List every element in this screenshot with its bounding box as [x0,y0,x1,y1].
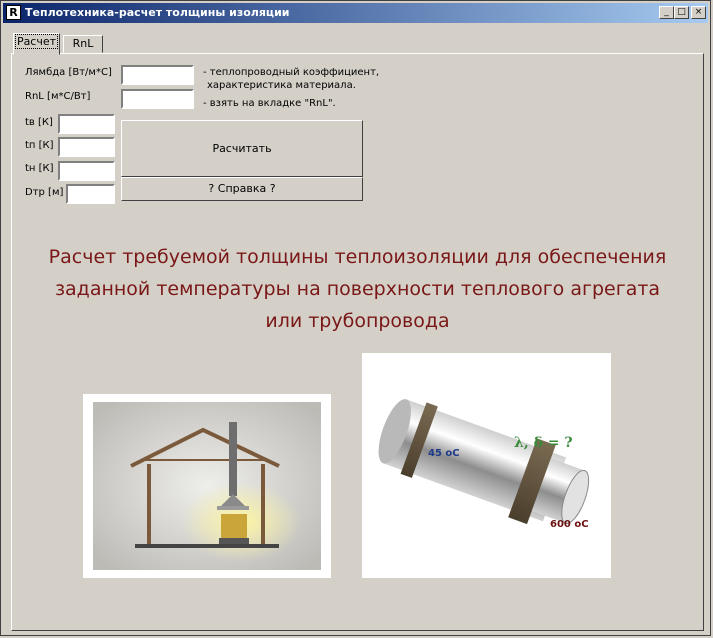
heading-line-3: или трубопровода [265,310,450,332]
tab-raschet[interactable]: Расчет [13,33,60,55]
tv-label: tв [К] [25,117,53,128]
tp-field[interactable] [58,137,115,157]
close-button[interactable]: × [691,6,706,19]
tv-field[interactable] [58,114,115,134]
tab-raschet-label: Расчет [14,34,59,49]
tn-label: tн [К] [25,163,54,174]
lambda-delta-label: λ, δ = ? [514,435,573,451]
outer-temp-label: 600 оС [550,519,589,530]
dtr-field[interactable] [66,184,115,204]
lambda-field[interactable] [121,65,194,85]
inner-temp-label: 45 оС [428,448,460,459]
help-button[interactable]: ? Справка ? [121,177,363,201]
window-title: Теплотехника-расчет толщины изоляции [25,6,290,19]
lambda-label: Лямбда [Вт/м*С] [25,67,112,78]
maximize-button[interactable]: □ [674,6,689,19]
house-furnace-icon [93,402,321,570]
main-window: R Теплотехника-расчет толщины изоляции _… [0,0,711,636]
insulated-pipe-icon: 45 оС 600 оС λ, δ = ? [378,399,590,530]
lambda-note-line2: характеристика материала. [207,80,356,91]
rnl-note: - взять на вкладке "RnL". [203,98,336,109]
heading-line-2: заданной температуры на поверхности тепл… [54,278,661,300]
title-bar[interactable]: R Теплотехника-расчет толщины изоляции _… [3,3,708,23]
pipe-illustration: 45 оС 600 оС λ, δ = ? [362,353,611,578]
minimize-button[interactable]: _ [659,6,674,19]
house-illustration [83,394,331,578]
tab-rnl[interactable]: RnL [63,35,103,53]
rnl-field[interactable] [121,89,194,109]
calculate-button[interactable]: Расчитать [121,120,363,177]
app-icon: R [6,5,21,20]
rnl-label: RnL [м*С/Вт] [25,91,91,102]
tab-rnl-label: RnL [72,37,94,50]
tn-field[interactable] [58,161,115,181]
heading-line-1: Расчет требуемой толщины теплоизоляции д… [48,246,667,268]
lambda-note-line1: - теплопроводный коэффициент, [203,67,380,78]
tp-label: tп [К] [25,140,54,151]
dtr-label: Dтр [м] [25,187,64,198]
description-heading: Расчет требуемой толщины теплоизоляции д… [21,241,694,337]
